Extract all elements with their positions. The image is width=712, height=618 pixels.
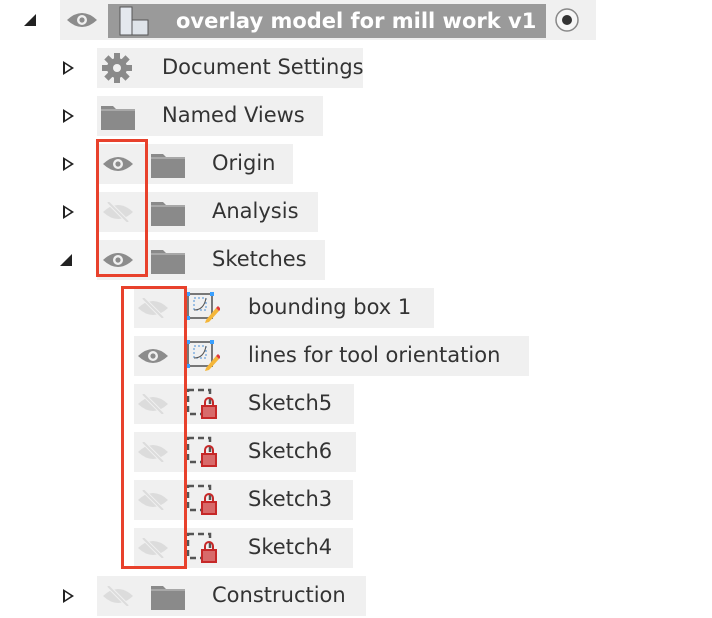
gear-icon	[102, 53, 132, 83]
item-label: Document Settings	[162, 55, 364, 79]
sketch-icon	[186, 292, 220, 324]
expand-toggle[interactable]	[63, 109, 74, 123]
expand-toggle[interactable]	[63, 61, 74, 75]
item-label: bounding box 1	[248, 295, 412, 319]
collapse-toggle[interactable]	[60, 254, 72, 266]
tree-item-named-views[interactable]: Named Views	[97, 96, 323, 136]
root-row[interactable]: overlay model for mill work v1	[60, 0, 596, 40]
expand-toggle[interactable]	[63, 205, 74, 219]
eye-off-icon[interactable]	[102, 586, 134, 606]
eye-icon[interactable]	[66, 10, 98, 30]
sketch-item[interactable]: lines for tool orientation	[134, 336, 529, 376]
activate-radio-icon[interactable]	[554, 7, 580, 33]
locked-sketch-icon	[186, 436, 220, 468]
collapse-toggle[interactable]	[24, 14, 36, 26]
item-label: Sketch3	[248, 487, 333, 511]
item-label: Analysis	[212, 199, 299, 223]
locked-sketch-icon	[186, 532, 220, 564]
item-label: lines for tool orientation	[248, 343, 501, 367]
item-label: Sketch5	[248, 391, 333, 415]
locked-sketch-icon	[186, 484, 220, 516]
component-icon	[119, 6, 149, 36]
item-label: Sketches	[212, 247, 307, 271]
tree-item-construction[interactable]: Construction	[97, 576, 366, 616]
folder-icon	[101, 104, 135, 130]
root-title-bar: overlay model for mill work v1	[108, 4, 546, 38]
item-label: Sketch6	[248, 439, 333, 463]
folder-icon	[151, 152, 185, 178]
folder-icon	[151, 200, 185, 226]
root-label: overlay model for mill work v1	[176, 9, 537, 33]
item-label: Origin	[212, 151, 276, 175]
highlight-box	[121, 286, 187, 569]
expand-toggle[interactable]	[63, 589, 74, 603]
item-label: Sketch4	[248, 535, 333, 559]
tree-item-document-settings[interactable]: Document Settings	[97, 48, 364, 88]
folder-icon	[151, 248, 185, 274]
highlight-box	[96, 139, 148, 277]
item-label: Named Views	[162, 103, 305, 127]
folder-icon	[151, 584, 185, 610]
expand-toggle[interactable]	[63, 157, 74, 171]
sketch-icon	[186, 340, 220, 372]
item-label: Construction	[212, 583, 346, 607]
locked-sketch-icon	[186, 388, 220, 420]
